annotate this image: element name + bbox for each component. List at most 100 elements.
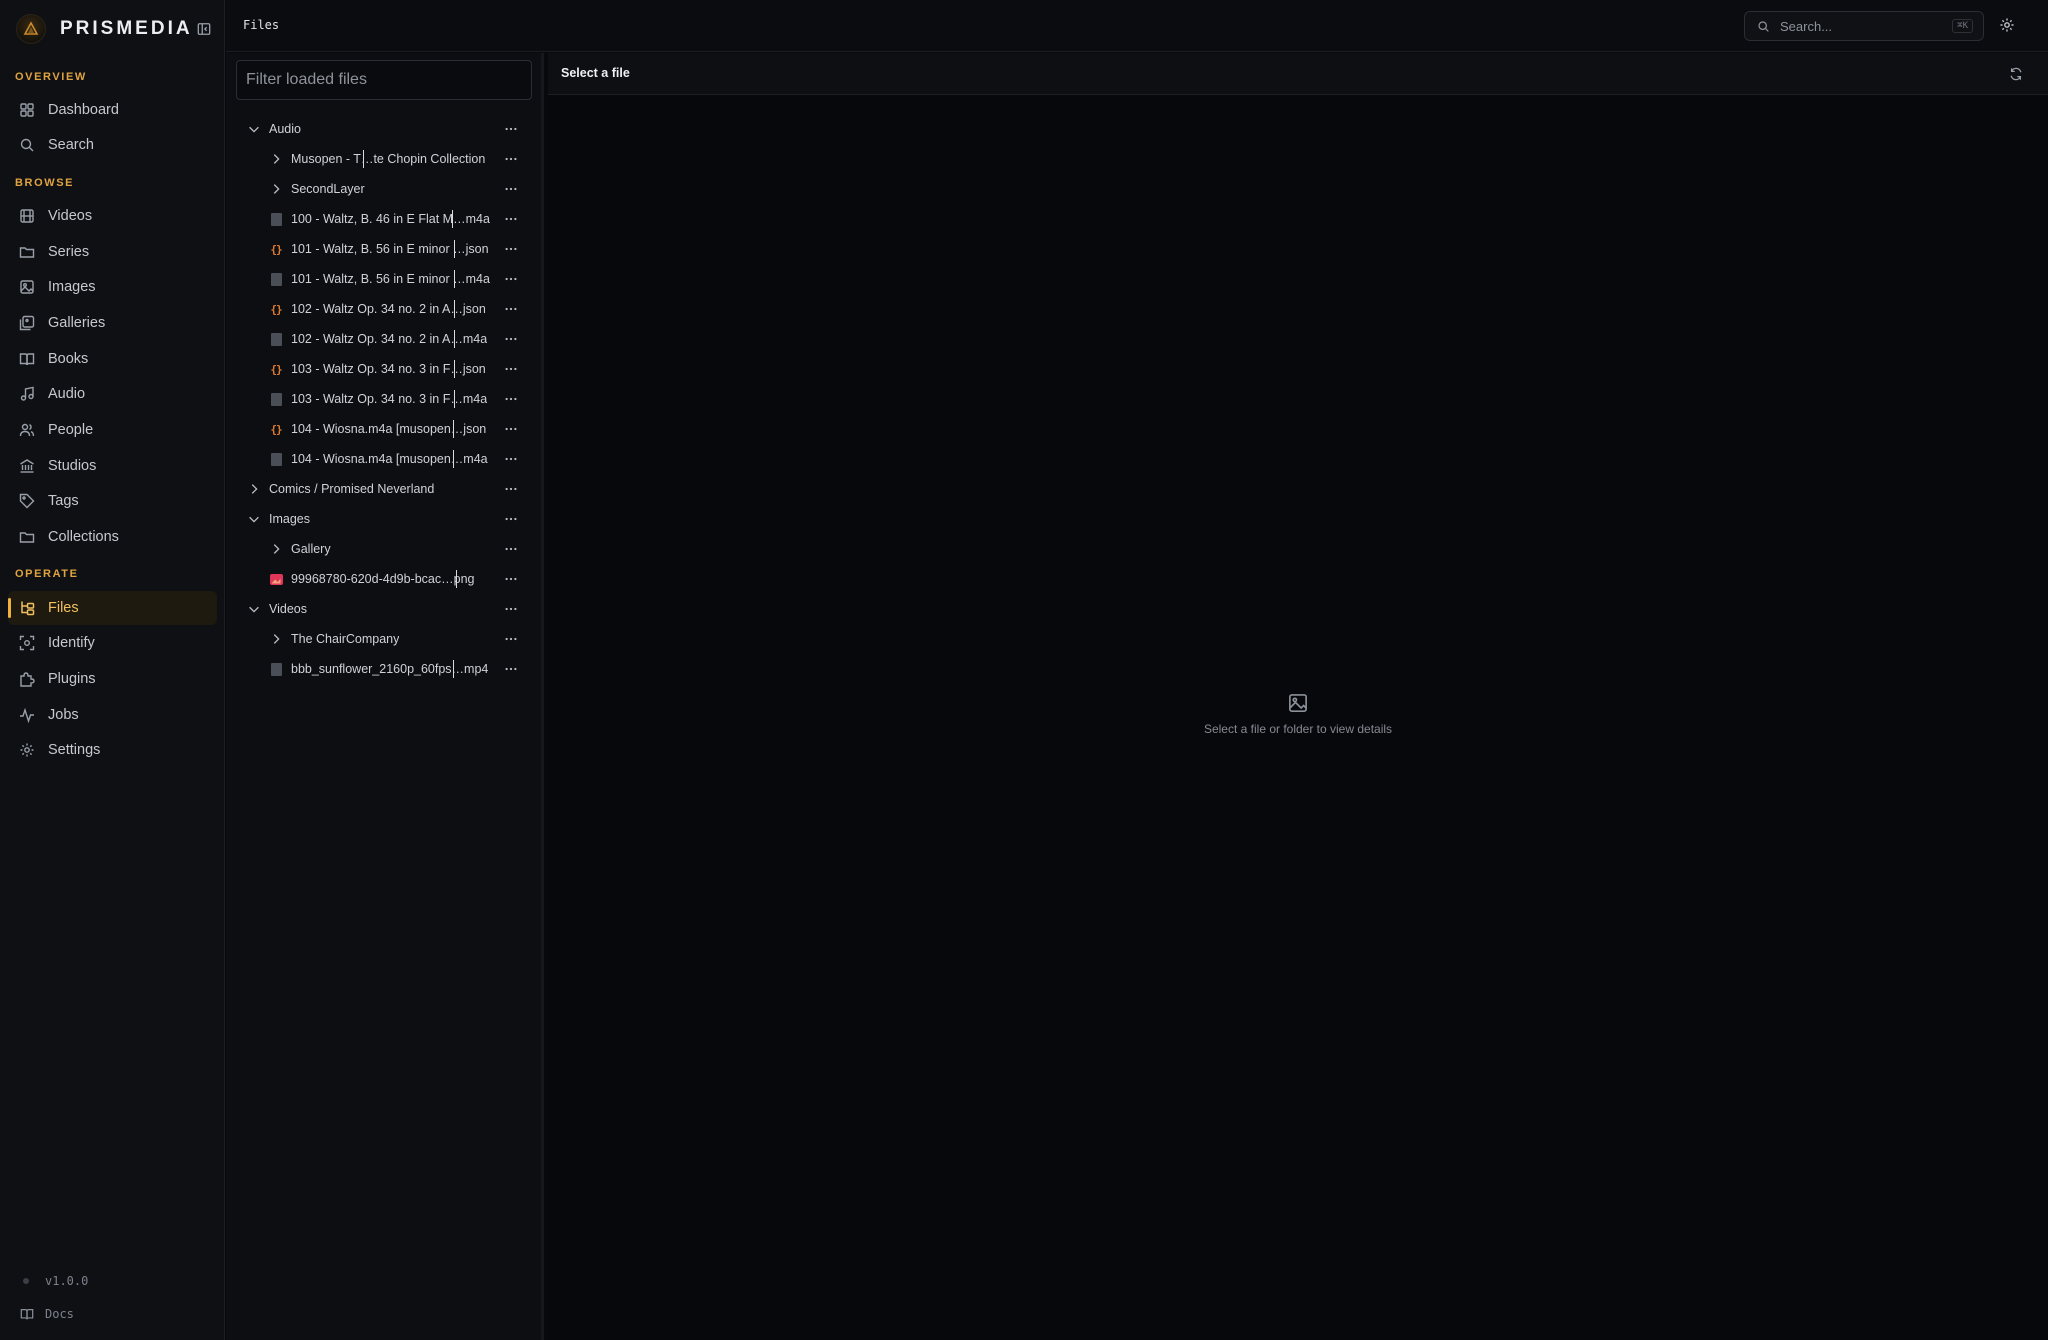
tree-file-row[interactable]: 102 - Waltz Op. 34 no. 2 in A…m4a xyxy=(226,324,544,354)
gear-icon xyxy=(20,743,34,757)
sidebar-item-people[interactable]: People xyxy=(8,413,217,447)
activity-icon xyxy=(20,707,34,723)
sidebar-item-files[interactable]: Files xyxy=(8,591,217,625)
sidebar-item-label: Series xyxy=(48,244,90,260)
tree-file-row[interactable]: 103 - Waltz Op. 34 no. 3 in F…m4a xyxy=(226,384,544,414)
more-options-icon[interactable] xyxy=(504,272,518,286)
sidebar-item-search[interactable]: Search xyxy=(8,128,217,162)
tree-folder-row[interactable]: SecondLayer xyxy=(226,174,544,204)
users-icon xyxy=(19,423,35,437)
tree-folder-row[interactable]: Musopen - T…te Chopin Collection xyxy=(226,144,544,174)
resize-cursor xyxy=(453,660,454,678)
docs-link[interactable]: Docs xyxy=(20,1307,74,1321)
tree-file-row[interactable]: {} 102 - Waltz Op. 34 no. 2 in A…json xyxy=(226,294,544,324)
more-options-icon[interactable] xyxy=(504,662,518,676)
sidebar-item-galleries[interactable]: Galleries xyxy=(8,306,217,340)
docs-label: Docs xyxy=(45,1307,74,1321)
sidebar-item-series[interactable]: Series xyxy=(8,235,217,269)
more-options-icon[interactable] xyxy=(504,422,518,436)
resize-cursor xyxy=(456,570,457,588)
chevron-right-icon[interactable] xyxy=(269,542,283,556)
version-info: v1.0.0 xyxy=(20,1274,88,1288)
tree-item-label: Gallery xyxy=(291,542,331,556)
more-options-icon[interactable] xyxy=(504,122,518,136)
tree-file-row[interactable]: {} 103 - Waltz Op. 34 no. 3 in F…json xyxy=(226,354,544,384)
more-options-icon[interactable] xyxy=(504,482,518,496)
galleries-icon xyxy=(19,315,35,331)
global-search-input[interactable]: Search... ⌘K xyxy=(1744,11,1984,41)
json-file-icon: {} xyxy=(270,302,282,316)
sidebar-item-label: Jobs xyxy=(48,707,79,723)
nav-section-browse: BROWSE xyxy=(15,177,75,189)
file-icon xyxy=(269,272,283,286)
filter-files-input[interactable] xyxy=(246,71,531,89)
filter-files-field[interactable] xyxy=(236,60,532,100)
sidebar-item-identify[interactable]: Identify xyxy=(8,626,217,660)
more-options-icon[interactable] xyxy=(504,452,518,466)
tree-folder-row[interactable]: Audio xyxy=(226,114,544,144)
tree-item-label: 103 - Waltz Op. 34 no. 3 in F…json xyxy=(291,362,486,376)
tree-item-label: 100 - Waltz, B. 46 in E Flat M…m4a xyxy=(291,212,490,226)
file-icon xyxy=(269,662,283,676)
tree-item-label: 102 - Waltz Op. 34 no. 2 in A…m4a xyxy=(291,332,488,346)
chevron-right-icon[interactable] xyxy=(247,482,261,496)
prismedia-logo-icon[interactable] xyxy=(16,14,46,44)
tree-item-label: Musopen - T…te Chopin Collection xyxy=(291,152,486,166)
tree-folder-row[interactable]: Comics / Promised Neverland xyxy=(226,474,544,504)
image-placeholder-icon xyxy=(1289,694,1307,712)
tree-file-row[interactable]: {} 104 - Wiosna.m4a [musopen…json xyxy=(226,414,544,444)
chevron-right-icon[interactable] xyxy=(269,152,283,166)
sidebar-item-jobs[interactable]: Jobs xyxy=(8,698,217,732)
sidebar-item-audio[interactable]: Audio xyxy=(8,377,217,411)
sidebar-item-studios[interactable]: Studios xyxy=(8,449,217,483)
sidebar-item-label: Identify xyxy=(48,635,95,651)
chevron-right-icon[interactable] xyxy=(269,632,283,646)
more-options-icon[interactable] xyxy=(504,152,518,166)
file-icon xyxy=(269,452,283,466)
more-options-icon[interactable] xyxy=(504,602,518,616)
tree-folder-row[interactable]: Videos xyxy=(226,594,544,624)
tree-folder-row[interactable]: Images xyxy=(226,504,544,534)
file-icon xyxy=(269,332,283,346)
more-options-icon[interactable] xyxy=(504,542,518,556)
settings-gear-icon[interactable] xyxy=(1999,17,2015,33)
sidebar-item-plugins[interactable]: Plugins xyxy=(8,662,217,696)
book-icon xyxy=(20,1309,34,1320)
tree-item-label: Videos xyxy=(269,602,307,616)
more-options-icon[interactable] xyxy=(504,302,518,316)
tree-file-row[interactable]: {} 101 - Waltz, B. 56 in E minor …json xyxy=(226,234,544,264)
more-options-icon[interactable] xyxy=(504,182,518,196)
tree-folder-row[interactable]: Gallery xyxy=(226,534,544,564)
more-options-icon[interactable] xyxy=(504,392,518,406)
sidebar-item-images[interactable]: Images xyxy=(8,270,217,304)
tree-folder-row[interactable]: The ChairCompany xyxy=(226,624,544,654)
refresh-icon[interactable] xyxy=(2009,67,2023,81)
more-options-icon[interactable] xyxy=(504,572,518,586)
tree-file-row[interactable]: 99968780-620d-4d9b-bcac…png xyxy=(226,564,544,594)
resize-cursor xyxy=(454,300,455,318)
tree-file-row[interactable]: 101 - Waltz, B. 56 in E minor …m4a xyxy=(226,264,544,294)
sidebar-item-label: Collections xyxy=(48,529,119,545)
sidebar-item-collections[interactable]: Collections xyxy=(8,520,217,554)
more-options-icon[interactable] xyxy=(504,632,518,646)
folder-icon xyxy=(19,247,35,258)
tree-file-row[interactable]: 100 - Waltz, B. 46 in E Flat M…m4a xyxy=(226,204,544,234)
more-options-icon[interactable] xyxy=(504,332,518,346)
more-options-icon[interactable] xyxy=(504,512,518,526)
chevron-down-icon[interactable] xyxy=(247,512,261,526)
resize-cursor xyxy=(454,330,455,348)
chevron-down-icon[interactable] xyxy=(247,122,261,136)
chevron-down-icon[interactable] xyxy=(247,602,261,616)
sidebar-item-dashboard[interactable]: Dashboard xyxy=(8,93,217,127)
sidebar-item-tags[interactable]: Tags xyxy=(8,484,217,518)
chevron-right-icon[interactable] xyxy=(269,182,283,196)
more-options-icon[interactable] xyxy=(504,242,518,256)
tree-file-row[interactable]: bbb_sunflower_2160p_60fps…mp4 xyxy=(226,654,544,684)
sidebar-collapse-icon[interactable] xyxy=(197,22,211,36)
sidebar-item-videos[interactable]: Videos xyxy=(8,199,217,233)
sidebar-item-settings[interactable]: Settings xyxy=(8,733,217,767)
sidebar-item-books[interactable]: Books xyxy=(8,342,217,376)
more-options-icon[interactable] xyxy=(504,362,518,376)
more-options-icon[interactable] xyxy=(504,212,518,226)
tree-file-row[interactable]: 104 - Wiosna.m4a [musopen…m4a xyxy=(226,444,544,474)
